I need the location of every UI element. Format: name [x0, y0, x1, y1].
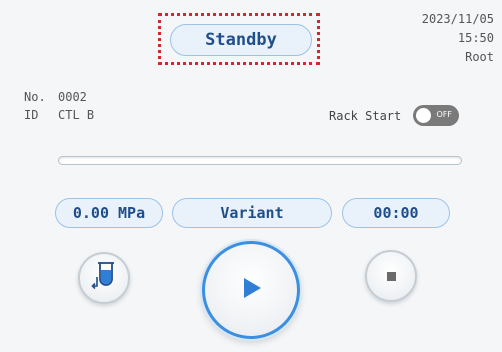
play-icon [236, 273, 266, 307]
start-button[interactable] [202, 241, 300, 339]
time-label: 15:50 [457, 31, 494, 45]
status-indicator: Standby [170, 24, 312, 56]
status-label: Standby [205, 30, 277, 50]
toggle-knob [416, 108, 431, 123]
timer-value: 00:00 [373, 204, 419, 222]
sample-no-value: 0002 [58, 90, 87, 104]
method-value: Variant [220, 204, 284, 222]
rack-start-toggle[interactable]: OFF [413, 105, 459, 126]
stop-button[interactable] [365, 250, 417, 302]
pressure-display: 0.00 MPa [55, 198, 163, 228]
sample-info: No. 0002 ID CTL B [24, 88, 94, 124]
sample-id-label: ID [24, 108, 39, 122]
pressure-value: 0.00 MPa [72, 204, 146, 222]
rack-start-label: Rack Start [329, 109, 402, 123]
method-selector[interactable]: Variant [172, 198, 332, 228]
sample-id-value: CTL B [58, 108, 95, 122]
toggle-state-text: OFF [436, 110, 453, 119]
sample-tube-icon [90, 259, 118, 297]
progress-bar [58, 156, 462, 165]
timer-display: 00:00 [342, 198, 450, 228]
sample-button[interactable] [78, 252, 130, 304]
stop-icon [386, 271, 396, 281]
header-meta: 2023/11/05 15:50 Root [422, 10, 494, 67]
sample-no-label: No. [24, 90, 46, 104]
date-label: 2023/11/05 [421, 12, 494, 26]
analyzer-screen: Standby 2023/11/05 15:50 Root No. 0002 ID… [0, 0, 502, 352]
user-label: Root [465, 50, 494, 64]
